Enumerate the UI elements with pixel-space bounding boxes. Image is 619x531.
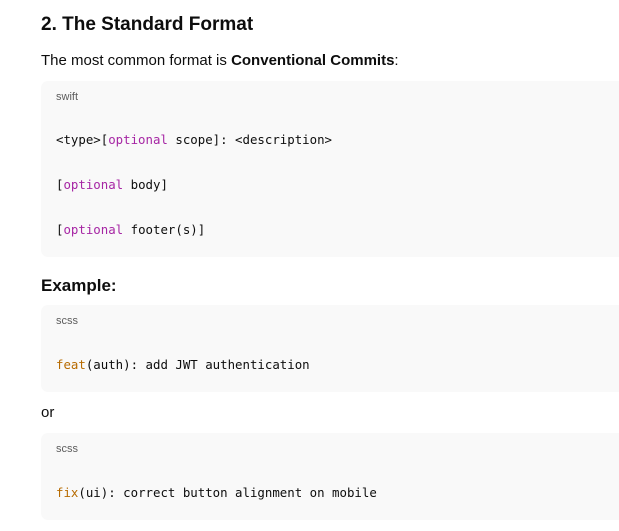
code-line-2: [optional body]: [56, 177, 168, 192]
code-token: <type>[: [56, 132, 109, 147]
code-line-1: <type>[optional scope]: <description>: [56, 132, 332, 147]
code-line: fix(ui): correct button alignment on mob…: [56, 485, 377, 500]
code-token: (auth): add JWT authentication: [85, 357, 310, 372]
code-language-label: swift: [56, 91, 78, 103]
code-line-3: [optional footer(s)]: [56, 222, 205, 237]
example-heading: Example:: [41, 276, 117, 295]
code-language-label: scss: [56, 443, 78, 455]
section-heading: 2. The Standard Format: [41, 14, 254, 35]
code-function: feat: [56, 357, 86, 372]
code-token: scope]: <description>: [167, 132, 333, 147]
code-language-label: scss: [56, 315, 78, 327]
code-function: fix: [56, 485, 79, 500]
code-token: footer(s)]: [123, 222, 206, 237]
or-text: or: [41, 404, 55, 421]
code-keyword: optional: [108, 132, 168, 147]
example-code-block-2[interactable]: scss fix(ui): correct button alignment o…: [41, 433, 619, 520]
code-token: body]: [123, 177, 168, 192]
format-code-block[interactable]: swift <type>[optional scope]: <descripti…: [41, 81, 619, 257]
code-line: feat(auth): add JWT authentication: [56, 357, 310, 372]
intro-text: The most common format is: [41, 52, 232, 69]
code-token: (ui): correct button alignment on mobile: [78, 485, 377, 500]
example-code-block-1[interactable]: scss feat(auth): add JWT authentication: [41, 305, 619, 392]
intro-bold-term: Conventional Commits: [231, 52, 395, 69]
intro-paragraph: The most common format is Conventional C…: [41, 52, 399, 69]
code-keyword: optional: [63, 222, 124, 237]
code-keyword: optional: [63, 177, 124, 192]
intro-suffix: :: [394, 52, 399, 69]
